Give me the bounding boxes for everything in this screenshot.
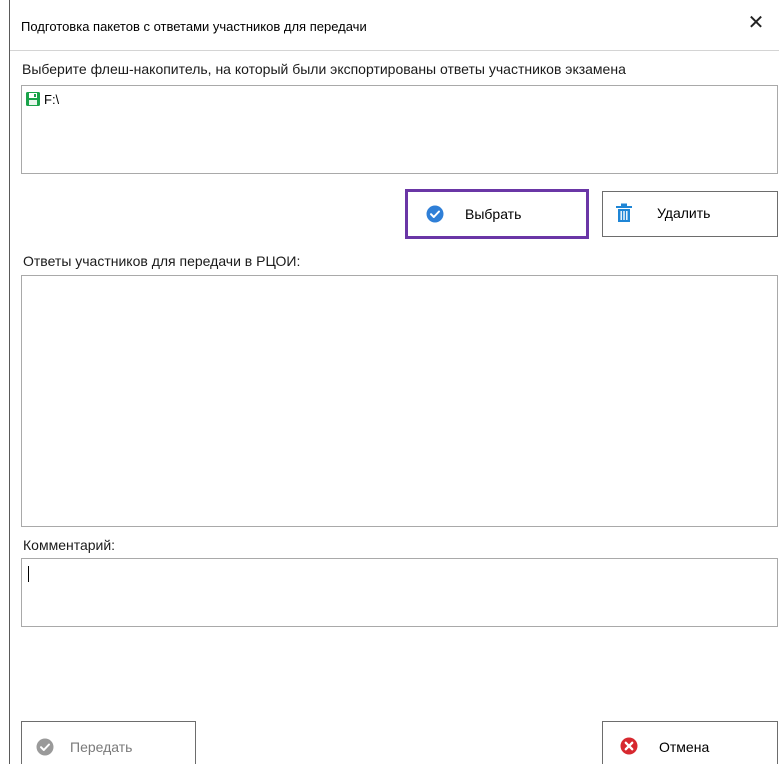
drive-list[interactable]: F:\ bbox=[21, 85, 778, 174]
answers-list[interactable] bbox=[21, 275, 778, 527]
trash-icon bbox=[615, 203, 633, 223]
check-circle-disabled-icon bbox=[36, 738, 54, 756]
check-circle-icon bbox=[426, 205, 444, 223]
close-icon: ✕ bbox=[747, 12, 765, 34]
cancel-button[interactable]: Отмена bbox=[602, 721, 778, 764]
dialog-window: Подготовка пакетов с ответами участников… bbox=[0, 0, 779, 764]
drive-name: F:\ bbox=[44, 91, 60, 107]
close-button[interactable]: ✕ bbox=[745, 12, 767, 34]
transfer-button-label: Передать bbox=[70, 739, 133, 755]
title-divider bbox=[10, 50, 779, 51]
window-left-border bbox=[9, 0, 10, 764]
cancel-circle-icon bbox=[620, 737, 638, 755]
select-button-label: Выбрать bbox=[465, 206, 522, 222]
cancel-button-label: Отмена bbox=[659, 739, 710, 755]
delete-button[interactable]: Удалить bbox=[602, 191, 778, 237]
comment-input[interactable] bbox=[21, 558, 778, 627]
drive-list-item[interactable]: F:\ bbox=[25, 91, 59, 107]
answers-section-label: Ответы участников для передачи в РЦОИ: bbox=[23, 253, 301, 269]
select-button[interactable]: Выбрать bbox=[405, 189, 589, 239]
comment-label: Комментарий: bbox=[23, 537, 116, 553]
floppy-disk-icon bbox=[26, 92, 40, 106]
dialog-title: Подготовка пакетов с ответами участников… bbox=[21, 19, 367, 34]
text-cursor bbox=[28, 566, 29, 582]
delete-button-label: Удалить bbox=[657, 205, 711, 221]
transfer-button[interactable]: Передать bbox=[21, 721, 196, 764]
drive-section-label: Выберите флеш-накопитель, на который был… bbox=[22, 61, 626, 77]
